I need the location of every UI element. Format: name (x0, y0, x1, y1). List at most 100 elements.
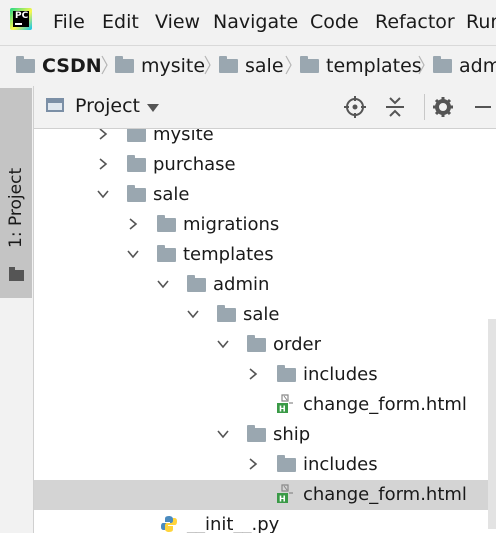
menu-refactor[interactable]: Refactor (375, 10, 455, 34)
tree-row-label: order (273, 334, 321, 355)
hide-panel-icon[interactable] (470, 94, 496, 120)
breadcrumb-separator-icon (204, 55, 211, 75)
breadcrumb-label: admin (459, 55, 496, 77)
chevron-right-icon[interactable] (96, 157, 110, 171)
menu-file[interactable]: File (53, 10, 85, 34)
project-panel-header: Project (34, 86, 496, 129)
menu-run[interactable]: Run (466, 10, 496, 34)
chevron-right-icon[interactable] (96, 129, 110, 141)
tree-row-label: admin (213, 274, 270, 295)
menu-code[interactable]: Code (310, 10, 359, 34)
breadcrumb-separator-icon (285, 55, 292, 75)
chevron-down-icon[interactable] (216, 427, 230, 441)
pycharm-logo-icon: PC (10, 8, 32, 30)
tree-row-label: purchase (153, 154, 236, 175)
locate-file-icon[interactable] (342, 94, 368, 120)
breadcrumb-item-admin[interactable]: admin (433, 46, 496, 86)
breadcrumb-label: mysite (141, 55, 206, 77)
project-tool-tab-label: 1: Project (6, 167, 26, 248)
tree-row-ship-change-form[interactable]: H change_form.html (34, 480, 496, 510)
chevron-down-icon[interactable] (126, 247, 140, 261)
tree-row-init-py[interactable]: __init__.py (34, 510, 496, 533)
tree-row-order-includes[interactable]: includes (34, 360, 496, 390)
tree-row-purchase[interactable]: purchase (34, 150, 496, 180)
folder-icon (300, 56, 319, 73)
folder-icon (277, 365, 296, 382)
html-file-icon: H (277, 484, 293, 504)
python-file-icon (161, 516, 177, 532)
chevron-right-icon[interactable] (126, 217, 140, 231)
menu-bar: PC File Edit View Navigate Code Refactor… (0, 0, 496, 44)
project-view-icon (46, 98, 64, 112)
breadcrumb-item-templates[interactable]: templates (300, 46, 422, 86)
chevron-down-icon[interactable] (96, 187, 110, 201)
tree-row-label: change_form.html (303, 484, 467, 505)
tree-row-migrations[interactable]: migrations (34, 210, 496, 240)
folder-icon (9, 267, 24, 281)
tree-row-admin[interactable]: admin (34, 270, 496, 300)
menu-view[interactable]: View (155, 10, 200, 34)
breadcrumb: CSDN mysite sale templates admin (0, 45, 496, 87)
project-tool-tab[interactable]: 1: Project (0, 88, 32, 298)
tree-row-label: sale (243, 304, 280, 325)
chevron-down-icon[interactable] (147, 103, 159, 113)
tree-row-ship-includes[interactable]: includes (34, 450, 496, 480)
menu-navigate[interactable]: Navigate (213, 10, 298, 34)
chevron-down-icon[interactable] (186, 307, 200, 321)
folder-icon (247, 335, 266, 352)
tree-row-label: ship (273, 424, 311, 445)
folder-icon (127, 185, 146, 202)
tree-row-label: __init__.py (187, 514, 280, 533)
folder-icon (127, 155, 146, 172)
tree-row-templates[interactable]: templates (34, 240, 496, 270)
tree-row-sale[interactable]: sale (34, 180, 496, 210)
svg-text:H: H (279, 405, 286, 414)
chevron-down-icon[interactable] (216, 337, 230, 351)
folder-icon (187, 275, 206, 292)
tree-scrollbar[interactable] (488, 319, 496, 529)
chevron-right-icon[interactable] (246, 457, 260, 471)
chevron-right-icon[interactable] (246, 367, 260, 381)
tree-row-label: migrations (183, 214, 280, 235)
svg-text:H: H (279, 495, 286, 504)
breadcrumb-separator-icon (418, 55, 425, 75)
collapse-all-icon[interactable] (382, 94, 408, 120)
tree-row-order-change-form[interactable]: H change_form.html (34, 390, 496, 420)
toolbar-divider (424, 94, 425, 120)
project-tree: mysite purchase sale migrations template… (34, 129, 496, 533)
folder-icon (433, 56, 452, 73)
tree-row-mysite[interactable]: mysite (34, 129, 496, 150)
tree-row-label: includes (303, 454, 378, 475)
folder-icon (247, 425, 266, 442)
gear-icon[interactable] (430, 94, 456, 120)
breadcrumb-separator-icon (101, 55, 108, 75)
tree-row-label: change_form.html (303, 394, 467, 415)
breadcrumb-label: templates (326, 55, 422, 77)
breadcrumb-item-mysite[interactable]: mysite (115, 46, 205, 86)
breadcrumb-label: CSDN (42, 55, 102, 77)
folder-icon (277, 455, 296, 472)
breadcrumb-item-sale[interactable]: sale (219, 46, 284, 86)
tree-row-label: templates (183, 244, 274, 265)
folder-icon (127, 129, 146, 142)
chevron-down-icon[interactable] (156, 277, 170, 291)
breadcrumb-label: sale (245, 55, 284, 77)
tree-row-label: sale (153, 184, 190, 205)
folder-icon (16, 56, 35, 73)
tree-row-label: mysite (153, 129, 214, 145)
project-view-selector[interactable]: Project (75, 95, 140, 117)
app-icon-text: PC (15, 11, 29, 21)
tree-row-ship[interactable]: ship (34, 420, 496, 450)
folder-icon (217, 305, 236, 322)
tree-row-order[interactable]: order (34, 330, 496, 360)
tree-row-admin-sale[interactable]: sale (34, 300, 496, 330)
folder-icon (157, 215, 176, 232)
folder-icon (157, 245, 176, 262)
folder-icon (115, 56, 134, 73)
tool-window-strip: 1: Project (0, 86, 34, 533)
tree-row-label: includes (303, 364, 378, 385)
menu-edit[interactable]: Edit (102, 10, 139, 34)
html-file-icon: H (277, 394, 293, 414)
breadcrumb-item-project[interactable]: CSDN (16, 46, 102, 86)
folder-icon (219, 56, 238, 73)
